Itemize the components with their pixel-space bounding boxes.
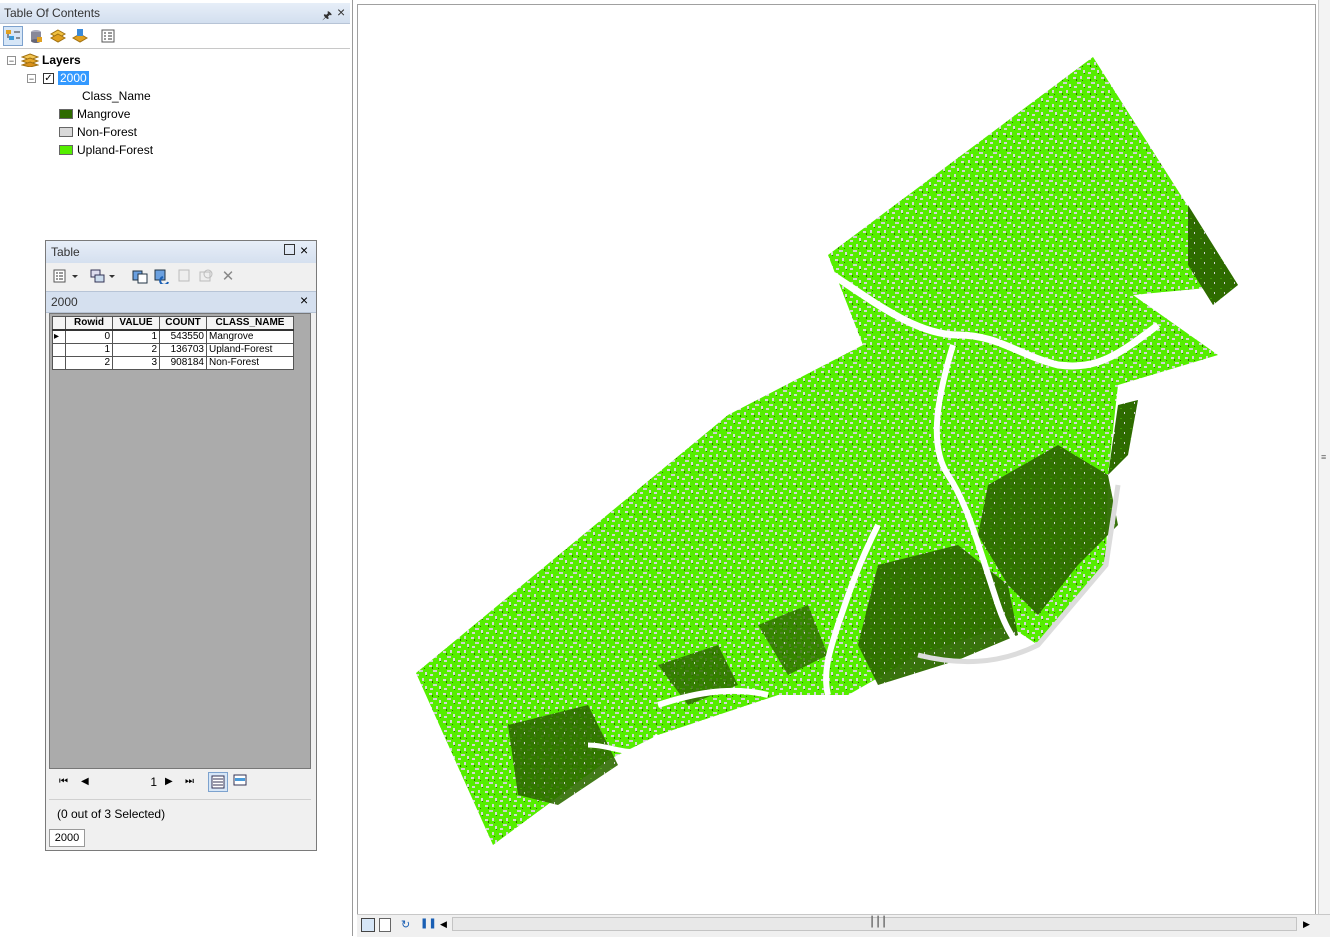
legend-label: Mangrove	[77, 107, 131, 121]
last-record-icon[interactable]: ⏭	[185, 776, 194, 787]
scroll-left-icon[interactable]: ◀	[440, 919, 447, 930]
classified-raster-layer	[416, 57, 1238, 845]
legend-field-name: Class_Name	[82, 89, 151, 103]
toc-title-bar: Table Of Contents 🖈 ×	[0, 3, 350, 24]
table-row[interactable]: ▸ 0 1 543550 Mangrove	[52, 329, 294, 344]
list-by-source-icon[interactable]	[26, 26, 46, 46]
raster-map-canvas[interactable]	[358, 5, 1315, 913]
close-icon[interactable]: ×	[300, 242, 308, 258]
attribute-table-window: Table × ✕ 2000 × Rowid VALUE COUNT CLASS…	[45, 240, 317, 851]
related-tables-icon[interactable]	[88, 266, 118, 286]
table-row[interactable]: 2 3 908184 Non-Forest	[52, 356, 294, 370]
toc-toolbar	[0, 24, 350, 49]
collapse-icon[interactable]: −	[7, 55, 16, 65]
legend-item[interactable]: Non-Forest	[59, 123, 137, 141]
table-tab-header: 2000 ×	[46, 291, 316, 313]
layer-visibility-checkbox[interactable]: ✓	[43, 72, 54, 84]
data-view-icon[interactable]	[361, 918, 375, 932]
row-selector[interactable]	[52, 343, 66, 357]
table-tab-name[interactable]: 2000	[51, 295, 78, 309]
row-selector-header[interactable]	[52, 316, 66, 331]
maximize-icon[interactable]	[284, 244, 295, 255]
row-selector[interactable]: ▸	[52, 329, 66, 344]
cell-value[interactable]: 2	[112, 343, 160, 357]
select-by-attributes-icon[interactable]	[130, 266, 150, 286]
cell-count[interactable]: 136703	[159, 343, 207, 357]
delete-selected-icon[interactable]: ✕	[218, 266, 238, 286]
selection-status-text: (0 out of 3 Selected)	[57, 807, 166, 821]
column-header-rowid[interactable]: Rowid	[65, 316, 113, 331]
scroll-grip-icon[interactable]: ≡	[1321, 452, 1326, 462]
selection-status-bar: (0 out of 3 Selected)	[49, 799, 311, 828]
horizontal-scrollbar[interactable]: ┃┃┃	[452, 917, 1297, 931]
mangrove-swatch[interactable]	[59, 109, 73, 119]
scroll-grip-icon[interactable]: ┃┃┃	[869, 917, 887, 928]
layer-row-2000[interactable]: − ✓ 2000	[27, 69, 89, 87]
table-row[interactable]: 1 2 136703 Upland-Forest	[52, 343, 294, 357]
row-selector[interactable]	[52, 356, 66, 370]
refresh-icon[interactable]: ↻	[401, 918, 410, 931]
next-record-icon[interactable]: ▶	[165, 776, 173, 787]
clear-selection-icon[interactable]	[174, 266, 194, 286]
column-header-class-name[interactable]: CLASS_NAME	[206, 316, 294, 331]
cell-class-name[interactable]: Mangrove	[206, 329, 294, 344]
legend-item[interactable]: Upland-Forest	[59, 141, 153, 159]
table-window-title: Table	[51, 245, 80, 259]
upland-forest-swatch[interactable]	[59, 145, 73, 155]
legend-field-heading: Class_Name	[82, 87, 151, 105]
show-selected-records-icon[interactable]	[231, 772, 251, 792]
cell-rowid[interactable]: 2	[65, 356, 113, 370]
legend-item[interactable]: Mangrove	[59, 105, 130, 123]
list-by-visibility-icon[interactable]	[48, 26, 68, 46]
previous-record-icon[interactable]: ◀	[81, 776, 89, 787]
scroll-right-icon[interactable]: ▶	[1303, 919, 1310, 930]
layout-view-icon[interactable]	[379, 918, 391, 932]
layers-root-label: Layers	[42, 53, 81, 67]
toc-title: Table Of Contents	[4, 6, 101, 20]
non-forest-swatch[interactable]	[59, 127, 73, 137]
first-record-icon[interactable]: ⏮	[59, 776, 68, 787]
table-options-icon[interactable]	[51, 266, 81, 286]
current-record-field[interactable]: 1	[99, 775, 157, 789]
show-all-records-icon[interactable]	[208, 772, 228, 792]
legend-label: Non-Forest	[77, 125, 138, 139]
cell-class-name[interactable]: Upland-Forest	[206, 343, 294, 357]
cell-value[interactable]: 3	[112, 356, 160, 370]
attribute-table: Rowid VALUE COUNT CLASS_NAME ▸ 0 1 54355…	[52, 316, 294, 370]
record-navigation-bar: ⏮ ◀ 1 ▶ ⏭	[49, 771, 311, 795]
column-header-count[interactable]: COUNT	[159, 316, 207, 331]
collapse-icon[interactable]: −	[27, 73, 36, 83]
list-by-drawing-order-icon[interactable]	[3, 26, 23, 46]
table-grid-area: Rowid VALUE COUNT CLASS_NAME ▸ 0 1 54355…	[49, 313, 311, 769]
legend-label: Upland-Forest	[77, 143, 154, 157]
switch-selection-icon[interactable]	[152, 266, 172, 286]
cell-count[interactable]: 543550	[159, 329, 207, 344]
layers-stack-icon	[21, 53, 39, 67]
cell-count[interactable]: 908184	[159, 356, 207, 370]
pause-drawing-icon[interactable]: ❚❚	[420, 918, 437, 929]
options-icon[interactable]	[98, 26, 118, 46]
zoom-to-selected-icon[interactable]	[196, 266, 216, 286]
cell-rowid[interactable]: 0	[65, 329, 113, 344]
cell-rowid[interactable]: 1	[65, 343, 113, 357]
close-icon[interactable]: ×	[337, 4, 345, 20]
table-toolbar: ✕	[46, 263, 316, 289]
list-by-selection-icon[interactable]	[70, 26, 90, 46]
layers-root-row[interactable]: − Layers	[7, 51, 81, 69]
close-tab-icon[interactable]: ×	[300, 292, 308, 308]
column-header-value[interactable]: VALUE	[112, 316, 160, 331]
table-window-title-bar[interactable]: Table ×	[46, 241, 316, 263]
cell-value[interactable]: 1	[112, 329, 160, 344]
map-view[interactable]	[357, 4, 1316, 914]
cell-class-name[interactable]: Non-Forest	[206, 356, 294, 370]
layer-name-2000[interactable]: 2000	[58, 71, 89, 85]
vertical-scrollbar[interactable]: ≡	[1318, 0, 1330, 914]
table-bottom-tab[interactable]: 2000	[49, 829, 85, 847]
